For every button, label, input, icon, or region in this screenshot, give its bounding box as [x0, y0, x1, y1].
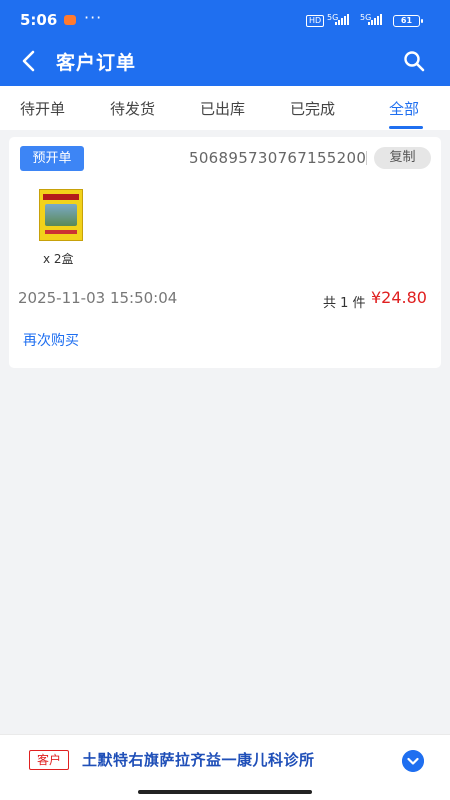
product-quantity: x 2盒 [43, 252, 74, 266]
nav-bar: 客户订单 [0, 36, 450, 86]
tab-completed[interactable]: 已完成 [290, 98, 335, 119]
order-price: ¥24.80 [371, 288, 427, 307]
active-tab-indicator [389, 126, 423, 129]
chevron-down-icon[interactable] [402, 750, 424, 772]
tab-pending-order[interactable]: 待开单 [20, 98, 65, 119]
status-time: 5:06 [20, 11, 58, 29]
signal-bars-icon [368, 14, 382, 25]
battery-icon: 61 [393, 15, 423, 27]
tab-shipped[interactable]: 已出库 [200, 98, 245, 119]
page-title: 客户订单 [56, 52, 137, 74]
order-number: 506895730767155200 [189, 149, 367, 167]
status-badge: 预开单 [20, 146, 84, 171]
order-status-tabs: 待开单 待发货 已出库 已完成 全部 [0, 86, 450, 130]
divider [366, 151, 367, 165]
item-count: 共 1 件 [323, 296, 366, 311]
mi-icon [64, 15, 76, 25]
more-notifications-icon: ··· [84, 8, 103, 27]
status-bar: 5:06 ··· HD 5G 5G 61 [0, 0, 450, 36]
chevron-left-icon[interactable] [18, 48, 42, 74]
search-icon[interactable] [402, 49, 426, 73]
tab-pending-shipment[interactable]: 待发货 [110, 98, 155, 119]
signal-bars-icon [335, 14, 349, 25]
copy-button[interactable]: 复制 [374, 147, 431, 169]
customer-name: 土默特右旗萨拉齐益一康儿科诊所 [82, 751, 315, 769]
hd-icon: HD [306, 15, 325, 27]
customer-tag: 客户 [29, 750, 69, 770]
order-card[interactable]: 预开单 506895730767155200 复制 x 2盒 2025-11-0… [9, 137, 441, 368]
app-header: 5:06 ··· HD 5G 5G 61 客户订单 [0, 0, 450, 86]
reorder-button[interactable]: 再次购买 [23, 330, 79, 350]
tab-all[interactable]: 全部 [389, 98, 419, 119]
order-datetime: 2025-11-03 15:50:04 [18, 289, 178, 307]
home-indicator [138, 790, 312, 794]
product-thumbnail[interactable] [39, 189, 83, 241]
